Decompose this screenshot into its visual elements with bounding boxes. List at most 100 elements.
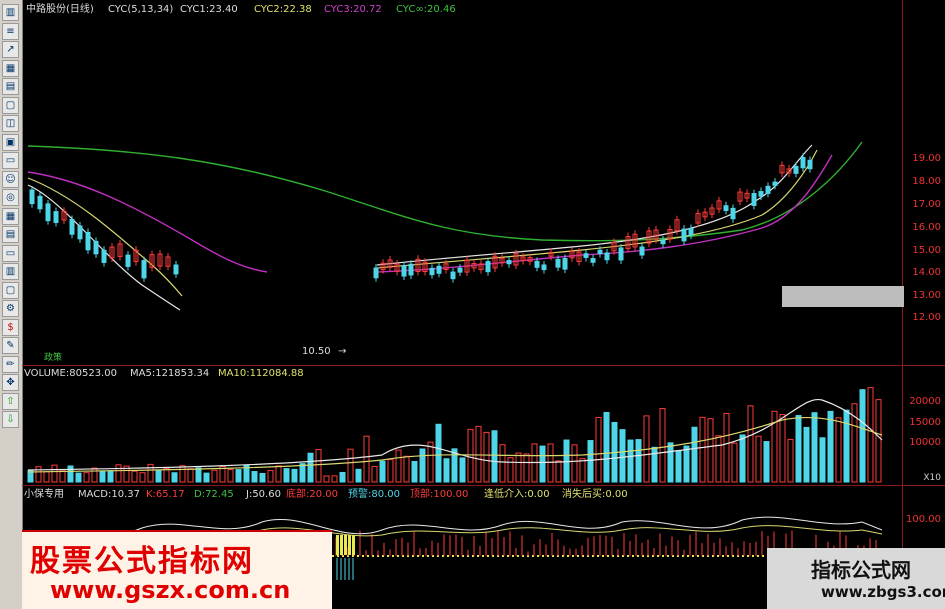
- signal-bar: [352, 535, 355, 555]
- volume-bar-up: [507, 457, 514, 483]
- volume-bar-down: [675, 450, 682, 483]
- tool-icon[interactable]: ✎: [2, 337, 19, 354]
- volume-bar-down: [459, 457, 466, 483]
- volume-bar-down: [803, 426, 810, 483]
- candle-down: [53, 211, 59, 223]
- watermark-left: 股票公式指标网 www.gszx.com.cn: [22, 530, 332, 609]
- signal-bar: [344, 535, 347, 555]
- candle-down: [793, 165, 799, 174]
- candle-down: [93, 240, 99, 255]
- dollar-icon[interactable]: $: [2, 318, 19, 336]
- screen-icon[interactable]: ▢: [2, 281, 19, 299]
- volume-bar-up: [187, 468, 194, 483]
- candle-down: [723, 205, 729, 212]
- candle-down: [450, 271, 456, 280]
- candle-down: [436, 265, 442, 274]
- volume-bar-up: [131, 470, 138, 483]
- pencil-icon[interactable]: ✏: [2, 355, 19, 373]
- volume-bar-up: [547, 443, 554, 483]
- indicator-warn: 预警:80.00: [348, 489, 400, 500]
- candle-down: [173, 264, 179, 275]
- volume-bar-down: [203, 472, 210, 483]
- volume-bar-down: [355, 468, 362, 483]
- volume-bar-up: [707, 418, 714, 483]
- volume-bar-up: [787, 438, 794, 483]
- price-tick: 12.00: [912, 312, 941, 323]
- volume-value: VOLUME:80523.00: [24, 368, 117, 379]
- volume-bar-down: [75, 472, 82, 483]
- news-icon[interactable]: ▤: [2, 226, 19, 243]
- people-icon[interactable]: ☺: [2, 170, 19, 188]
- chart-icon[interactable]: ◫: [2, 115, 19, 132]
- volume-bar-down: [763, 441, 770, 483]
- price-tick: 15.00: [912, 245, 941, 256]
- bike-icon[interactable]: ◎: [2, 189, 19, 206]
- arrows-icon[interactable]: ✥: [2, 374, 19, 391]
- ma-green-line: [27, 141, 863, 242]
- table-icon[interactable]: ▤: [2, 78, 19, 95]
- candle-down: [29, 189, 35, 205]
- volume-bar-up: [267, 470, 274, 483]
- volume-bar-up: [35, 466, 42, 483]
- volume-bar-up: [403, 455, 410, 483]
- up-arrow-icon[interactable]: ⇧: [2, 392, 19, 410]
- watermark-right-title: 指标公式网: [811, 558, 911, 582]
- volume-bar-down: [819, 437, 826, 483]
- volume-bar-up: [147, 463, 154, 483]
- volume-bar-down: [619, 429, 626, 483]
- chart-area[interactable]: 中路股份(日线) CYC(5,13,34) CYC1:23.40 CYC2:22…: [22, 0, 945, 609]
- overlay-box: [782, 286, 904, 307]
- price-volume-divider: [22, 365, 945, 366]
- settings-icon[interactable]: ⚙: [2, 300, 19, 317]
- cyc-params: CYC(5,13,34): [108, 4, 174, 15]
- signal-bar: [340, 535, 343, 555]
- indicator-top: 顶部:100.00: [410, 489, 469, 500]
- volume-bar-up: [315, 449, 322, 483]
- trend-icon[interactable]: ↗: [2, 41, 19, 58]
- candle-down: [69, 218, 75, 235]
- volume-bar-up: [747, 405, 754, 483]
- volume-bar-down: [155, 470, 162, 483]
- volume-bar-up: [275, 465, 282, 483]
- candle-down: [141, 260, 147, 279]
- grid-icon[interactable]: ▦: [2, 59, 19, 77]
- volume-bar-up: [475, 425, 482, 483]
- candle-down: [506, 260, 512, 265]
- monitor-icon[interactable]: ▭: [2, 244, 19, 262]
- volume-bar-up: [715, 435, 722, 483]
- volume-bar-up: [163, 467, 170, 483]
- candle-down: [37, 195, 43, 210]
- indicator-j: J:50.60: [246, 489, 281, 500]
- candle-down: [45, 203, 51, 222]
- low-price-label: 10.50: [302, 346, 331, 357]
- stock-chart-window: ▥ ≡ ↗ ▦ ▤ ▢ ◫ ▣ ▭ ☺ ◎ ▦ ▤ ▭ ▥ ▢ ⚙ $ ✎ ✏ ✥ ⇧ ⇩ 中路股份(日线) CYC(5,1…: [0, 0, 945, 609]
- volume-bar-up: [723, 412, 730, 483]
- candle-down: [583, 253, 589, 259]
- indicator-bottom: 底部:20.00: [286, 489, 338, 500]
- list-icon[interactable]: ≡: [2, 22, 19, 40]
- folder-icon[interactable]: ▭: [2, 152, 19, 169]
- volume-bar-down: [683, 445, 690, 483]
- price-tick: 14.00: [912, 267, 941, 278]
- price-tick: 16.00: [912, 222, 941, 233]
- low-price-arrow: →: [338, 346, 347, 357]
- volume-bar-up: [387, 458, 394, 483]
- report-icon[interactable]: ▥: [2, 263, 19, 280]
- down-arrow-icon[interactable]: ⇩: [2, 411, 19, 428]
- volume-bar-up: [227, 469, 234, 483]
- window-icon[interactable]: ▢: [2, 96, 19, 114]
- volume-bar-down: [235, 469, 242, 483]
- calendar-icon[interactable]: ▦: [2, 207, 19, 225]
- candle-down: [618, 247, 624, 261]
- candle-down: [660, 239, 666, 245]
- volume-bar-down: [811, 412, 818, 483]
- bar-chart-icon[interactable]: ▥: [2, 4, 19, 21]
- book-icon[interactable]: ▣: [2, 133, 19, 151]
- volume-tick: 20000: [909, 396, 941, 407]
- volume-bar-down: [859, 389, 866, 483]
- indicator-sell: 消失后买:0.00: [562, 489, 628, 500]
- volume-bar-down: [443, 458, 450, 483]
- volume-bar-down: [283, 468, 290, 483]
- price-tick: 18.00: [912, 176, 941, 187]
- volume-bar-down: [587, 440, 594, 483]
